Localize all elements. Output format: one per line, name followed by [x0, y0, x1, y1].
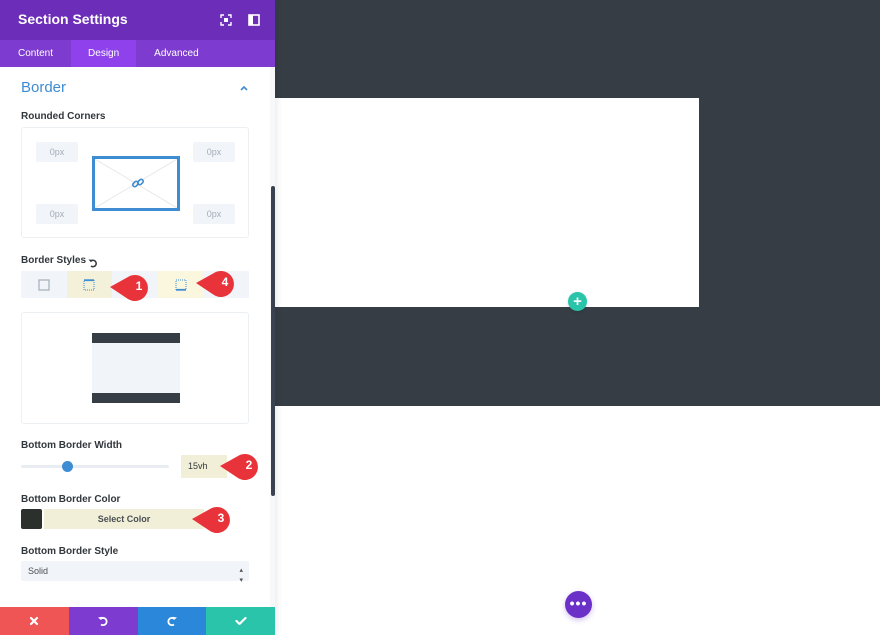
border-styles-label: Border Styles: [21, 255, 87, 266]
panel-tabs: Content Design Advanced: [0, 40, 275, 67]
expand-icon[interactable]: [219, 13, 233, 27]
bottom-border-color-label: Bottom Border Color: [21, 494, 121, 505]
border-style-tab-all[interactable]: [21, 271, 67, 298]
panel-footer: [0, 607, 275, 635]
border-section-title[interactable]: Border: [21, 79, 66, 96]
bottom-border-width-label: Bottom Border Width: [21, 440, 123, 451]
tab-content[interactable]: Content: [0, 40, 71, 67]
save-button[interactable]: [206, 607, 275, 635]
border-all-icon: [38, 278, 50, 291]
corner-bottom-right-input[interactable]: 0px: [193, 204, 235, 224]
border-style-tab-top[interactable]: [66, 271, 113, 298]
border-preview-box: [21, 312, 249, 424]
reset-icon[interactable]: [88, 255, 98, 268]
panel-body: Border Rounded Corners 0px 0px 0px 0px B…: [0, 67, 270, 607]
border-top-icon: [83, 278, 95, 290]
link-icon[interactable]: [131, 176, 145, 190]
slider-thumb[interactable]: [61, 461, 73, 472]
rounded-corners-label: Rounded Corners: [21, 111, 106, 122]
callout-3: 3: [192, 506, 236, 533]
select-arrows-icon: ▴ ▾: [239, 567, 243, 584]
bottom-border-style-select[interactable]: Solid ▴ ▾: [21, 561, 249, 584]
page-canvas: + •••: [275, 0, 880, 635]
selected-style: Solid: [28, 566, 49, 576]
corner-preview: [92, 156, 180, 211]
sidebar-toggle-icon[interactable]: [247, 13, 261, 27]
chevron-up-icon[interactable]: [238, 81, 250, 93]
check-icon: [235, 616, 247, 626]
callout-4: 4: [196, 270, 240, 297]
panel-scrollbar-thumb[interactable]: [271, 186, 275, 496]
border-bottom-icon: [175, 279, 187, 291]
rounded-corners-control: 0px 0px 0px 0px: [21, 127, 249, 238]
section-preview[interactable]: +: [275, 0, 880, 406]
corner-bottom-left-input[interactable]: 0px: [36, 204, 78, 224]
undo-icon: [98, 616, 108, 626]
callout-2: 2: [220, 453, 264, 480]
close-icon: [30, 616, 39, 626]
redo-icon: [167, 616, 177, 626]
select-color-button[interactable]: Select Color: [44, 509, 204, 529]
corner-top-right-input[interactable]: 0px: [193, 142, 235, 162]
redo-button[interactable]: [137, 607, 207, 635]
undo-button[interactable]: [68, 607, 138, 635]
panel-header[interactable]: Section Settings: [0, 0, 275, 40]
color-swatch[interactable]: [21, 509, 42, 529]
panel-title: Section Settings: [18, 11, 128, 27]
page-settings-more-button[interactable]: •••: [565, 591, 592, 618]
tab-advanced[interactable]: Advanced: [136, 40, 216, 67]
callout-1: 1: [110, 274, 154, 301]
settings-panel: Section Settings Content Design Advanced…: [0, 0, 275, 635]
builder-root: + ••• Section Settings Content Design Ad…: [0, 0, 880, 635]
bottom-border-style-label: Bottom Border Style: [21, 546, 119, 557]
row-preview[interactable]: +: [275, 98, 699, 311]
corner-top-left-input[interactable]: 0px: [36, 142, 78, 162]
bottom-border-width-slider[interactable]: [21, 461, 169, 472]
tab-design[interactable]: Design: [71, 40, 137, 67]
add-module-button[interactable]: +: [568, 292, 587, 311]
cancel-button[interactable]: [0, 607, 69, 635]
border-preview: [92, 333, 180, 403]
